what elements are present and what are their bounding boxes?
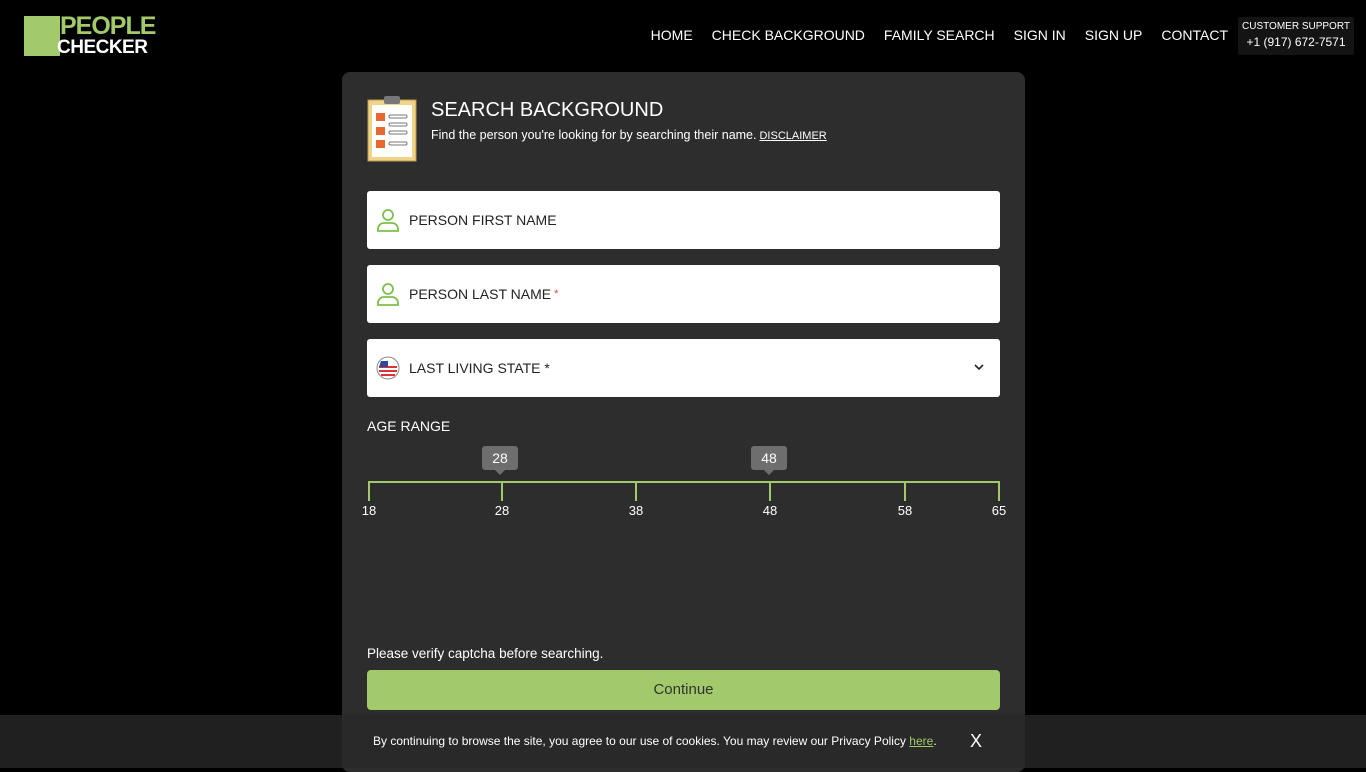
first-name-placeholder: PERSON FIRST NAME xyxy=(409,212,557,228)
cookie-banner: By continuing to browse the site, you ag… xyxy=(0,715,1366,768)
slider-tick xyxy=(769,481,771,501)
first-name-input[interactable]: PERSON FIRST NAME xyxy=(367,191,1000,249)
slider-tick xyxy=(501,481,503,501)
support-phone[interactable]: +1 (917) 672-7571 xyxy=(1238,35,1354,49)
cookie-message: By continuing to browse the site, you ag… xyxy=(373,734,906,748)
us-flag-icon xyxy=(376,356,400,380)
cookie-text: By continuing to browse the site, you ag… xyxy=(373,734,937,748)
nav-check-background[interactable]: CHECK BACKGROUND xyxy=(712,27,865,43)
logo[interactable]: PEOPLE CHECKER xyxy=(24,12,156,58)
logo-line2: CHECKER xyxy=(57,37,148,58)
person-icon xyxy=(377,283,399,306)
required-mark: * xyxy=(554,288,559,300)
age-min-handle[interactable]: 28 xyxy=(482,446,518,475)
slider-tick xyxy=(368,481,370,501)
last-name-input[interactable]: PERSON LAST NAME * xyxy=(367,265,1000,323)
disclaimer-link[interactable]: DISCLAIMER xyxy=(759,130,826,142)
clipboard-icon xyxy=(367,96,417,162)
page-subtitle: Find the person you're looking for by se… xyxy=(431,128,827,142)
chevron-down-icon xyxy=(974,364,984,371)
subtitle-text: Find the person you're looking for by se… xyxy=(431,128,757,142)
nav-sign-in[interactable]: SIGN IN xyxy=(1014,27,1066,43)
slider-tick-label: 18 xyxy=(361,503,377,518)
nav-family-search[interactable]: FAMILY SEARCH xyxy=(884,27,995,43)
slider-tick-label: 58 xyxy=(897,503,913,518)
slider-tick-label: 38 xyxy=(628,503,644,518)
nav-home[interactable]: HOME xyxy=(651,27,693,43)
nav-sign-up[interactable]: SIGN UP xyxy=(1085,27,1143,43)
customer-support[interactable]: CUSTOMER SUPPORT +1 (917) 672-7571 xyxy=(1238,17,1354,55)
privacy-link[interactable]: here xyxy=(909,734,933,748)
close-icon[interactable]: X xyxy=(970,731,982,752)
slider-tick xyxy=(635,481,637,501)
last-name-placeholder: PERSON LAST NAME xyxy=(409,286,552,302)
age-max-handle[interactable]: 48 xyxy=(751,446,787,475)
slider-tick-label: 65 xyxy=(991,503,1007,518)
main-nav: HOME CHECK BACKGROUND FAMILY SEARCH SIGN… xyxy=(651,27,1228,43)
continue-button[interactable]: Continue xyxy=(367,670,1000,710)
age-range-label: AGE RANGE xyxy=(367,418,451,434)
support-title: CUSTOMER SUPPORT xyxy=(1242,21,1350,32)
nav-contact[interactable]: CONTACT xyxy=(1161,27,1228,43)
fingerprint-icon xyxy=(24,16,60,56)
page-title: SEARCH BACKGROUND xyxy=(431,99,664,121)
captcha-message: Please verify captcha before searching. xyxy=(367,646,604,661)
search-card: SEARCH BACKGROUND Find the person you're… xyxy=(342,72,1025,772)
slider-tick-label: 28 xyxy=(494,503,510,518)
slider-tick xyxy=(904,481,906,501)
state-select[interactable]: LAST LIVING STATE * xyxy=(367,339,1000,397)
slider-tick xyxy=(998,481,1000,501)
state-placeholder: LAST LIVING STATE * xyxy=(409,360,550,376)
slider-tick-label: 48 xyxy=(762,503,778,518)
person-icon xyxy=(377,209,399,232)
